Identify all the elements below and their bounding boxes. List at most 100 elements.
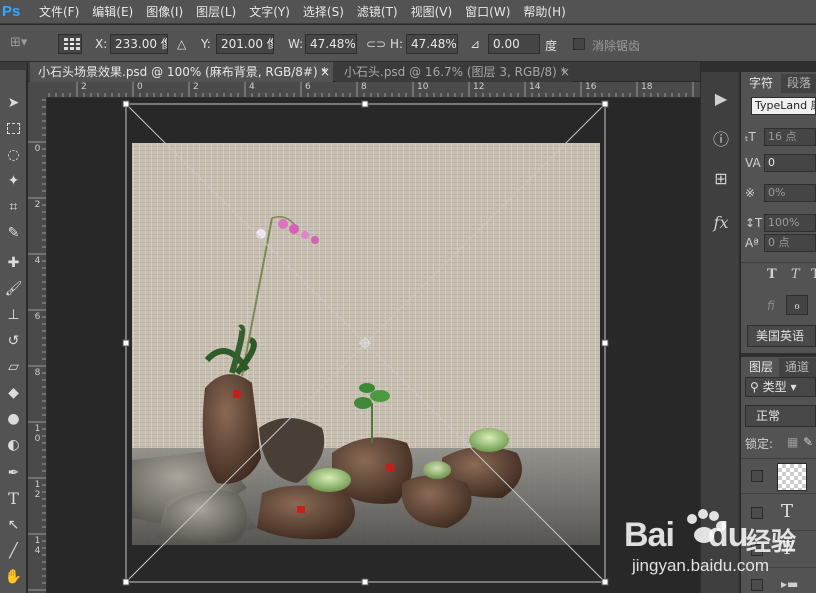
tab-label: 小石头场景效果.psd @ 100% (麻布背景, RGB/8#) * [38,65,328,79]
tools-panel: ➤ ◌ ✦ ⌗ ✎ ✚ 🖌︎ ⊥ ↺ ▱ ◆ ● ◐ ✒ T ↖ ╱ ✋ [0,62,27,593]
play-action-icon[interactable]: ▶ [709,86,733,110]
transform-tool-icon[interactable]: ⊞▾ [10,35,34,53]
ruler-label: 1 2 [34,480,41,500]
visibility-toggle[interactable] [751,470,763,482]
ruler-label: 0 [137,82,143,92]
menu-filter[interactable]: 滤镜(T) [357,3,398,20]
x-field[interactable]: 233.00 像素 [110,34,168,54]
grid-panel-icon[interactable]: ⊞ [709,166,733,190]
canvas-artwork [122,100,609,586]
layer-thumbnail [777,463,807,491]
faux-bold-icon[interactable]: T [767,267,777,282]
tab-channels[interactable]: 通道 [779,358,816,377]
menu-image[interactable]: 图像(I) [146,3,183,20]
magic-wand-tool-icon[interactable]: ✦ [3,170,24,191]
faux-italic-icon[interactable]: T [791,267,800,282]
tools-panel-header [0,62,27,70]
tab-layers[interactable]: 图层 [743,358,779,377]
delta-icon[interactable]: △ [177,37,186,51]
ruler-ticks [28,99,46,591]
blend-mode-select[interactable]: 正常 [745,405,816,427]
dodge-tool-icon[interactable]: ◐ [3,434,24,455]
crop-tool-icon[interactable]: ⌗ [3,196,24,217]
menu-select[interactable]: 选择(S) [303,3,344,20]
font-size-field[interactable]: 16 点 [764,128,816,146]
baseline-field[interactable]: 0 点 [764,234,816,252]
divider [741,262,816,263]
eraser-tool-icon[interactable]: ▱ [3,356,24,377]
tab-second-document[interactable]: 小石头.psd @ 16.7% (图层 3, RGB/8) * × [336,62,572,82]
angle-field[interactable]: 0.00 [488,34,540,54]
x-label: X: [95,37,108,51]
ruler-label: 14 [529,82,541,92]
menu-window[interactable]: 窗口(W) [465,3,510,20]
reference-point-icon[interactable] [58,34,82,54]
tracking-field[interactable]: 0% [764,184,816,202]
menu-view[interactable]: 视图(V) [411,3,453,20]
marquee-tool-icon[interactable] [3,118,24,139]
kerning-field[interactable]: 0 [764,154,816,172]
clone-stamp-tool-icon[interactable]: ⊥ [3,304,24,325]
lasso-tool-icon[interactable]: ◌ [3,144,24,165]
options-bar: ⊞▾ X: 233.00 像素 △ Y: 201.00 像素 W: 47.48%… [0,25,816,62]
height-field[interactable]: 47.48% [406,34,458,54]
pen-tool-icon[interactable]: ✒ [3,462,24,483]
menu-file[interactable]: 文件(F) [39,3,79,20]
all-caps-icon[interactable]: T [811,267,816,282]
info-icon[interactable]: ⓘ [709,126,733,150]
language-select[interactable]: 美国英语 [747,325,816,347]
menu-help[interactable]: 帮助(H) [523,3,565,20]
document-canvas[interactable] [47,98,700,593]
ruler-label: 1 0 [34,424,41,444]
eyedropper-tool-icon[interactable]: ✎ [3,222,24,243]
tab-label: 小石头.psd @ 16.7% (图层 3, RGB/8) * [344,65,567,79]
antialias-checkbox[interactable] [573,38,585,50]
move-tool-icon[interactable]: ➤ [3,92,24,113]
hand-tool-icon[interactable]: ✋ [3,566,24,587]
tab-active-document[interactable]: 小石头场景效果.psd @ 100% (麻布背景, RGB/8#) * × [30,62,333,82]
ruler-label: 2 [34,200,41,210]
watermark-brand: Bai du [624,516,748,555]
font-family-field[interactable]: TypeLand 康 [751,97,816,115]
brush-tool-icon[interactable]: 🖌︎ [3,278,24,299]
ruler-label: 4 [249,82,255,92]
baidu-jingyan-watermark: Bai du 经验 jingyan.baidu.com [624,502,816,592]
type-tool-icon[interactable]: T [3,488,24,509]
blur-tool-icon[interactable]: ● [3,408,24,429]
link-icon[interactable]: ⊂⊃ [366,37,386,51]
close-icon[interactable]: × [560,62,570,82]
path-selection-tool-icon[interactable]: ↖ [3,514,24,535]
divider [741,458,816,459]
layer-filter-select[interactable]: ⚲ 类型 ▾ [745,377,816,397]
vertical-ruler: 0 2 4 6 8 1 0 1 2 1 4 [28,98,47,593]
healing-brush-tool-icon[interactable]: ✚ [3,252,24,273]
close-icon[interactable]: × [320,62,330,82]
ruler-label: 0 [34,144,41,154]
baseline-shift-icon: Aª [745,236,759,250]
y-field[interactable]: 201.00 像素 [216,34,274,54]
tab-character[interactable]: 字符 [743,74,781,93]
line-tool-icon[interactable]: ╱ [3,540,24,561]
tab-paragraph[interactable]: 段落 [781,74,816,93]
ruler-label: 4 [34,256,41,266]
swash-icon[interactable]: ℴ [786,295,808,315]
menu-type[interactable]: 文字(Y) [249,3,290,20]
ruler-label: 18 [641,82,653,92]
ruler-label: 6 [34,312,41,322]
layer-row[interactable] [741,460,816,494]
fx-styles-icon[interactable]: fx [709,210,733,234]
angle-unit: 度 [545,39,558,53]
ligature-icon[interactable]: fi [767,299,775,313]
layer-filter-label: 类型 [762,380,787,394]
history-brush-tool-icon[interactable]: ↺ [3,330,24,351]
lock-paint-icon[interactable]: ✎ [803,435,813,449]
paint-bucket-tool-icon[interactable]: ◆ [3,382,24,403]
font-size-icon: ₜT [745,130,756,144]
lock-transparent-icon[interactable]: ▦ [787,435,798,449]
width-field[interactable]: 47.48% [305,34,357,54]
menu-layer[interactable]: 图层(L) [196,3,236,20]
ruler-label: 1 4 [34,536,41,556]
scale-field[interactable]: 100% [764,214,816,232]
menu-bar: Ps 文件(F) 编辑(E) 图像(I) 图层(L) 文字(Y) 选择(S) 滤… [0,0,816,24]
menu-edit[interactable]: 编辑(E) [92,3,133,20]
